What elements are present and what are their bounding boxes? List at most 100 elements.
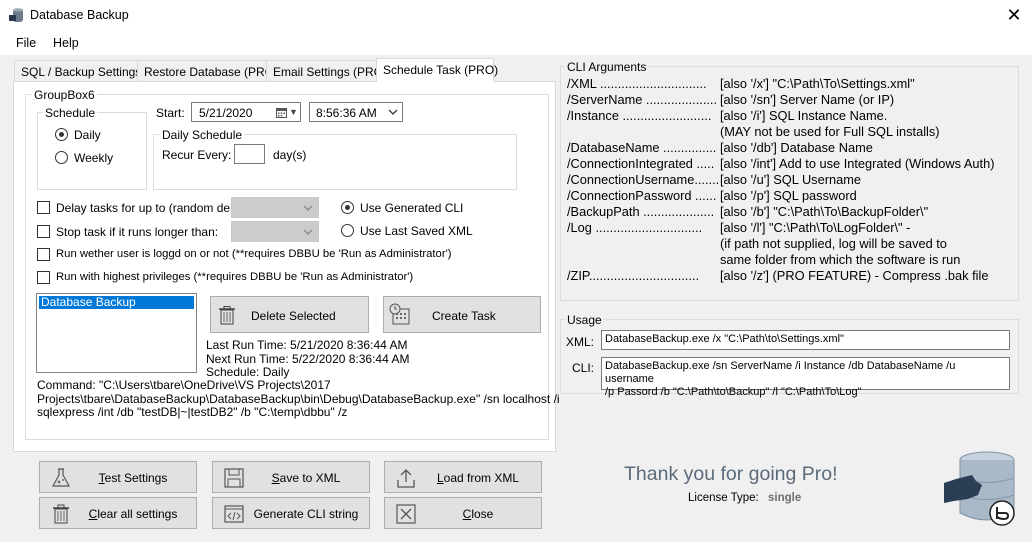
title-bar (0, 0, 1032, 31)
thank-you-pro-text: Thank you for going Pro! (624, 463, 838, 485)
recur-unit-label: day(s) (273, 148, 307, 162)
clear-all-settings-button[interactable]: Clear all settings (39, 497, 197, 529)
chevron-down-icon[interactable]: ▼ (289, 107, 298, 117)
tab-restore-database[interactable]: Restore Database (PRO) (137, 60, 278, 81)
cli-arg-name: /BackupPath .................... (567, 204, 715, 219)
cli-arg-description: (if path not supplied, log will be saved… (720, 236, 947, 251)
close-label: Close (462, 507, 494, 521)
create-task-label: Create Task (432, 309, 496, 323)
trash-icon (219, 306, 235, 325)
tab-sql-backup-settings[interactable]: SQL / Backup Settings (14, 60, 141, 81)
cli-arg-description: [also '/int'] Add to use Integrated (Win… (720, 156, 995, 171)
delete-selected-button[interactable]: Delete Selected (210, 296, 369, 333)
license-type-label: License Type: (688, 492, 759, 504)
daily-schedule-group (153, 134, 517, 190)
cli-arg-name: /ZIP............................... (567, 268, 700, 283)
calendar-icon[interactable] (276, 107, 287, 118)
task-command-line3: sqlexpress /int /db "testDB|~|testDB2" /… (37, 405, 348, 419)
delete-selected-label: Delete Selected (251, 309, 336, 323)
daily-label: Daily (74, 128, 101, 142)
use-last-saved-xml-label: Use Last Saved XML (360, 224, 473, 238)
usage-cli-field[interactable]: DatabaseBackup.exe /sn ServerName /i Ins… (601, 357, 1010, 398)
menu-bar (0, 31, 1032, 55)
cli-arg-name: /ConnectionIntegrated ..... (567, 156, 715, 171)
usage-xml-value: DatabaseBackup.exe /x "C:\Path\to\Settin… (605, 333, 844, 345)
use-last-saved-xml-radio[interactable] (341, 224, 354, 237)
delay-task-checkbox[interactable] (37, 201, 50, 214)
cli-arg-description: (MAY not be used for Full SQL installs) (720, 124, 940, 139)
usage-xml-field[interactable]: DatabaseBackup.exe /x "C:\Path\to\Settin… (601, 330, 1010, 350)
stop-task-label: Stop task if it runs longer than: (56, 225, 219, 239)
cli-arg-description: [also '/sn'] Server Name (or IP) (720, 92, 895, 107)
usage-cli-line2: /p Passord /b "C:\Path\to\Backup" /l "C:… (605, 386, 862, 398)
cli-arg-name: /XML .............................. (567, 76, 707, 91)
clear-all-settings-label: Clear all settings (88, 507, 178, 521)
task-command-line2: Projects\tbare\DatabaseBackup\DatabaseBa… (37, 392, 560, 406)
chevron-down-icon (303, 205, 313, 211)
tab-email-settings[interactable]: Email Settings (PRO) (266, 60, 387, 81)
start-date-picker[interactable]: 5/21/2020 ▼ (191, 102, 301, 122)
close-window-icon[interactable]: ✕ (1000, 4, 1028, 26)
stop-task-dropdown[interactable] (231, 221, 319, 242)
cli-arg-description: [also '/u'] SQL Username (720, 172, 861, 187)
cli-arg-name: /ConnectionUsername....... (567, 172, 720, 187)
cli-arg-description: [also '/p'] SQL password (720, 188, 857, 203)
daily-schedule-label: Daily Schedule (160, 128, 245, 142)
run-highest-privileges-label: Run with highest privileges (**requires … (56, 271, 414, 283)
recur-every-input[interactable] (234, 144, 265, 164)
generate-cli-string-button[interactable]: Generate CLI string (212, 497, 370, 529)
cli-arg-description: [also '/z'] (PRO FEATURE) - Compress .ba… (720, 268, 989, 283)
generate-cli-string-label: Generate CLI string (253, 507, 359, 521)
usage-label: Usage (565, 313, 604, 327)
chevron-down-icon (303, 229, 313, 235)
usage-xml-label: XML: (566, 335, 595, 349)
load-from-xml-button[interactable]: Load from XML (384, 461, 542, 493)
chevron-down-icon[interactable] (388, 109, 398, 116)
usage-cli-label: CLI: (572, 361, 595, 375)
cli-arg-description: same folder from which the software is r… (720, 252, 961, 267)
weekly-label: Weekly (74, 151, 114, 165)
weekly-radio[interactable] (55, 151, 68, 164)
task-listbox[interactable]: Database Backup (36, 293, 197, 373)
cli-arg-description: [also '/db'] Database Name (720, 140, 873, 155)
load-from-xml-label: Load from XML (436, 471, 520, 485)
run-whether-logged-label: Run wether user is loggd on or not (**re… (56, 248, 452, 260)
cli-arg-name: /DatabaseName ............... (567, 140, 717, 155)
cli-arg-name: /ServerName .................... (567, 92, 718, 107)
test-settings-label: Test Settings (98, 471, 168, 485)
save-to-xml-button[interactable]: Save to XML (212, 461, 370, 493)
run-highest-privileges-checkbox[interactable] (37, 271, 50, 284)
tab-schedule-task[interactable]: Schedule Task (PRO) (376, 58, 498, 82)
delay-task-dropdown[interactable] (231, 197, 319, 218)
use-generated-cli-label: Use Generated CLI (360, 201, 464, 215)
calendar-clock-icon (389, 303, 410, 325)
test-settings-button[interactable]: Test Settings (39, 461, 197, 493)
start-label: Start: (156, 106, 185, 120)
recur-every-label: Recur Every: (162, 148, 232, 162)
usage-cli-line1: DatabaseBackup.exe /sn ServerName /i Ins… (605, 360, 956, 385)
list-item[interactable]: Database Backup (39, 296, 194, 309)
window-title: Database Backup (30, 8, 129, 22)
daily-radio[interactable] (55, 128, 68, 141)
cli-arg-name: /ConnectionPassword ...... (567, 188, 717, 203)
cli-arg-name: /Log .............................. (567, 220, 703, 235)
use-generated-cli-radio[interactable] (341, 201, 354, 214)
groupbox6-label: GroupBox6 (32, 88, 97, 102)
next-run-time: Next Run Time: 5/22/2020 8:36:44 AM (206, 352, 410, 366)
save-to-xml-label: Save to XML (271, 471, 341, 485)
cli-arguments-label: CLI Arguments (565, 60, 649, 74)
last-run-time: Last Run Time: 5/21/2020 8:36:44 AM (206, 338, 408, 352)
start-time-value: 8:56:36 AM (316, 106, 377, 120)
start-date-value: 5/21/2020 (199, 106, 253, 120)
cli-arg-description: [also '/i'] SQL Instance Name. (720, 108, 888, 123)
menu-file[interactable]: File (16, 36, 36, 50)
run-whether-logged-checkbox[interactable] (37, 248, 50, 261)
license-type-value: single (768, 492, 802, 504)
create-task-button[interactable]: Create Task (383, 296, 541, 333)
cli-arg-description: [also '/x'] "C:\Path\To\Settings.xml" (720, 76, 915, 91)
stop-task-checkbox[interactable] (37, 225, 50, 238)
database-app-icon (9, 8, 23, 22)
menu-help[interactable]: Help (53, 36, 79, 50)
start-time-picker[interactable]: 8:56:36 AM (309, 102, 403, 122)
close-button[interactable]: Close (384, 497, 542, 529)
